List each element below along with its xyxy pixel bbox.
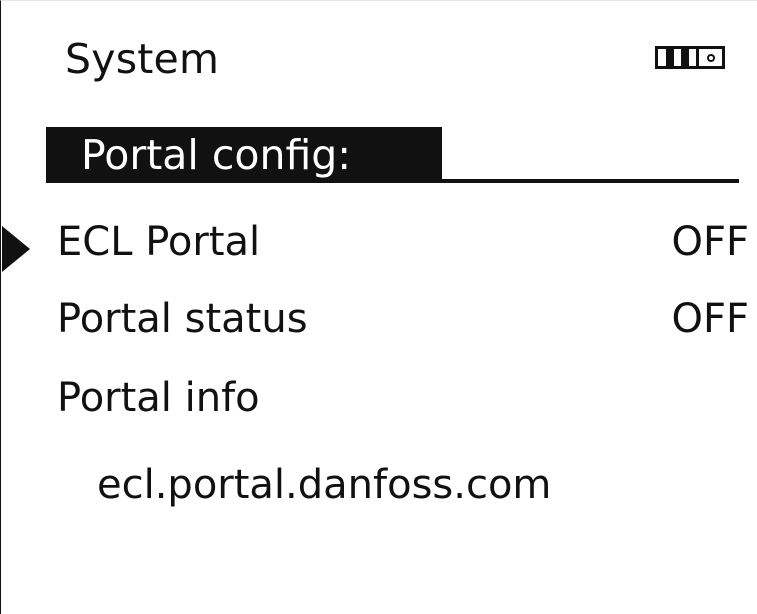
system-title: System: [65, 35, 220, 83]
mode-bar-icon: [666, 49, 674, 66]
menu-item-portal-info[interactable]: Portal info: [1, 369, 757, 427]
mode-box-icon: [696, 49, 722, 66]
portal-config-title: Portal config:: [46, 127, 442, 183]
menu-item-portal-status[interactable]: Portal status OFF: [1, 290, 757, 348]
menu-divider: [442, 179, 739, 183]
device-screen: System Portal config: ECL Portal OFF Por…: [0, 0, 757, 614]
selection-arrow-icon: [2, 226, 30, 272]
menu-item-value: OFF: [671, 296, 750, 342]
mode-bar-icon: [681, 49, 689, 66]
menu-item-label: ECL Portal: [57, 219, 261, 265]
portal-url: ecl.portal.danfoss.com: [97, 462, 552, 508]
menu-item-label: Portal info: [57, 375, 260, 421]
display-mode-icon: [655, 46, 725, 69]
menu-item-label: Portal status: [57, 296, 308, 342]
menu-item-ecl-portal[interactable]: ECL Portal OFF: [1, 213, 757, 272]
menu-item-value: OFF: [671, 219, 750, 265]
